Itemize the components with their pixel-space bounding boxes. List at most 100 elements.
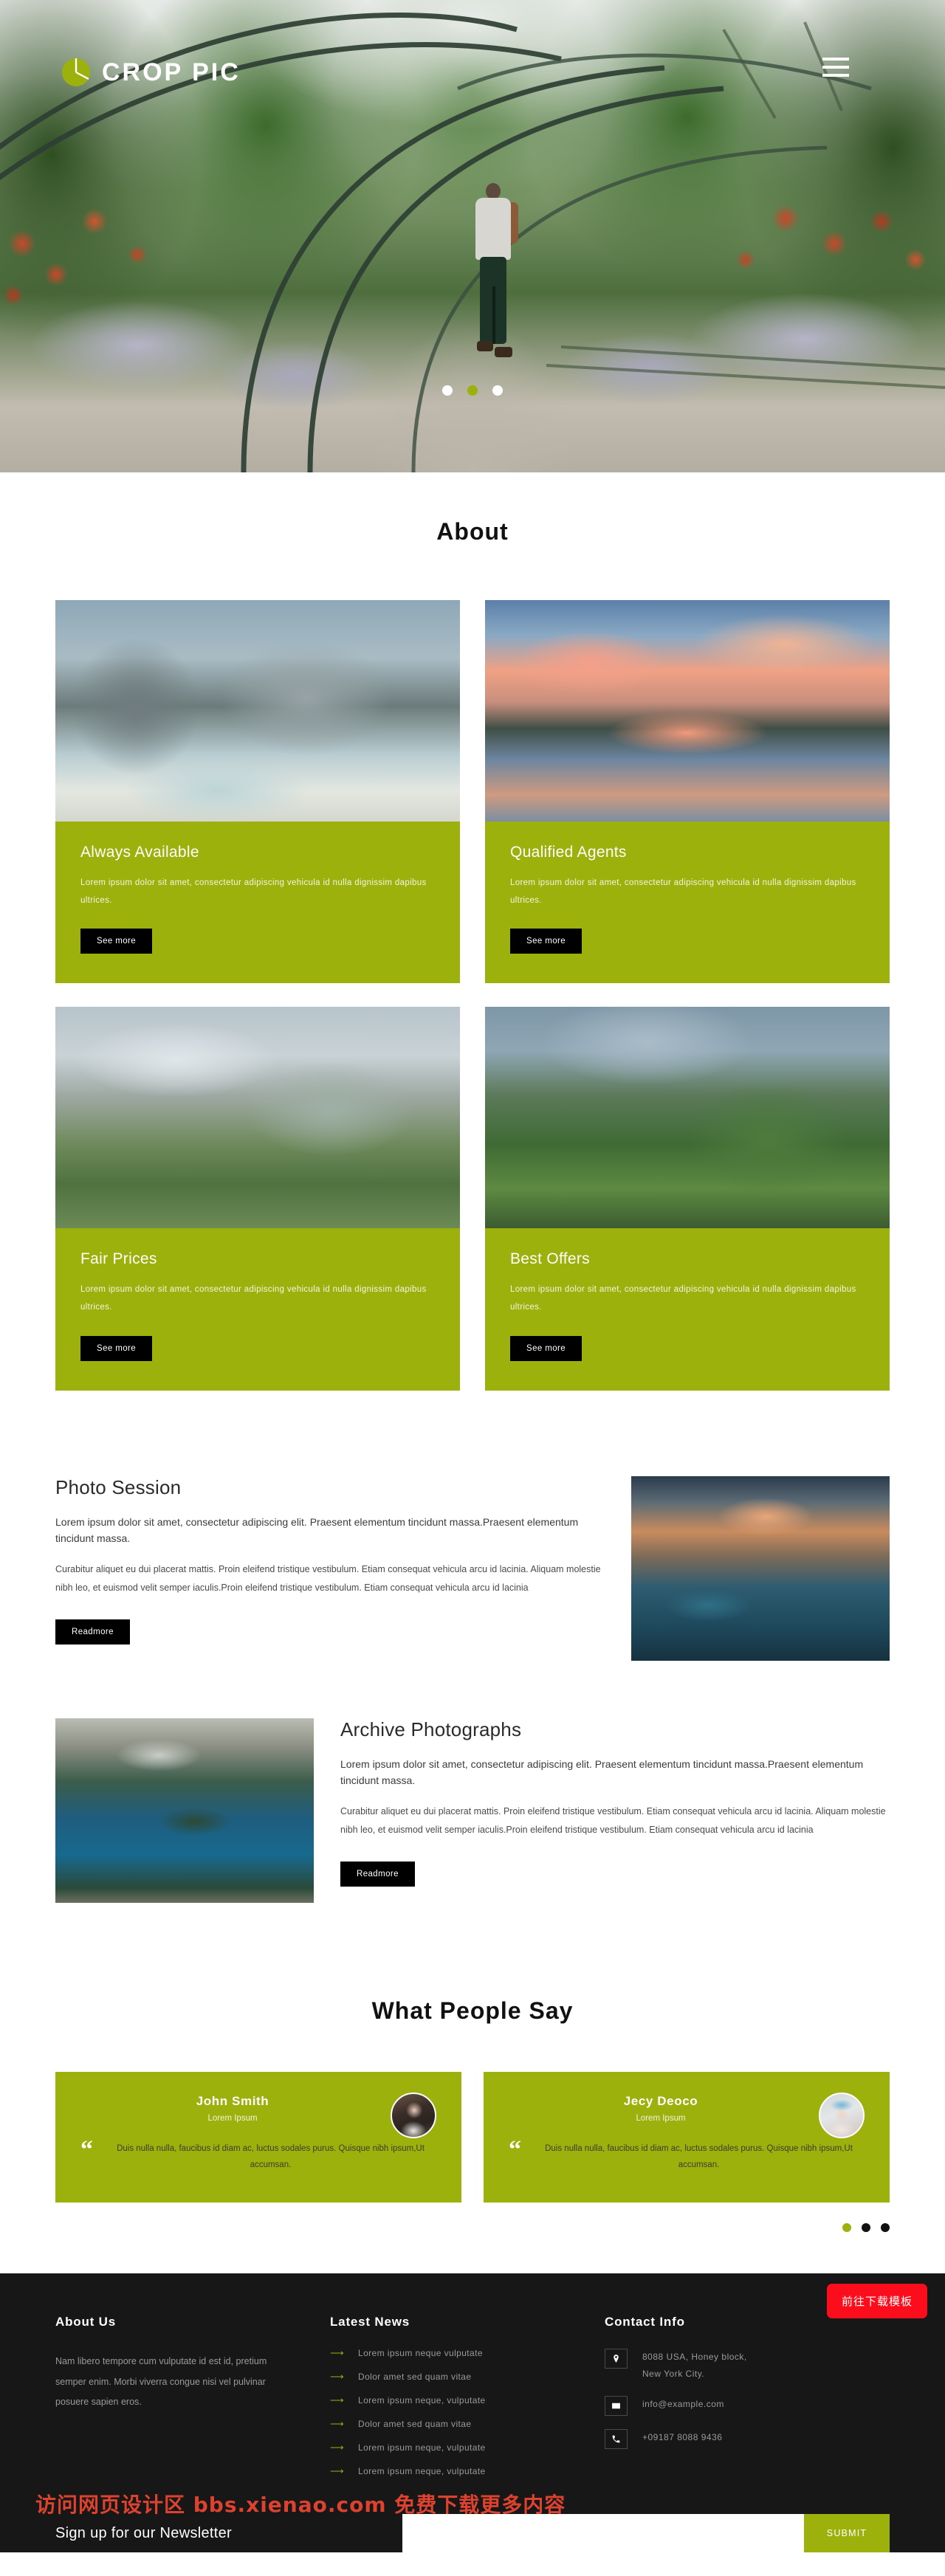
news-link-label: Lorem ipsum neque, vulputate [358,2442,486,2453]
news-link-label: Dolor amet sed quam vitae [358,2372,472,2383]
card-image-best-offers [485,1007,890,1229]
archive-photographs-section: Archive Photographs Lorem ipsum dolor si… [0,1718,945,1903]
readmore-button[interactable]: Readmore [340,1861,415,1887]
testimonials-title: What People Say [371,1997,574,2024]
photo-session-lead: Lorem ipsum dolor sit amet, consectetur … [55,1515,579,1545]
arrow-right-icon: ⟶ [330,2371,344,2383]
avatar [819,2092,865,2138]
contact-phone[interactable]: +09187 8088 9436 [642,2429,722,2446]
card-description: Lorem ipsum dolor sit amet, consectetur … [80,878,427,906]
card-description: Lorem ipsum dolor sit amet, consectetur … [510,878,856,906]
news-link-label: Dolor amet sed quam vitae [358,2419,472,2430]
hero-carousel-dot[interactable] [492,385,503,396]
testimonial-card[interactable]: John Smith Lorem Ipsum “ Duis nulla null… [55,2071,461,2203]
arrow-right-icon: ⟶ [330,2465,344,2477]
footer-news-heading: Latest News [330,2315,410,2329]
photo-session-title: Photo Session [55,1475,182,1498]
card-title: Qualified Agents [510,844,627,861]
see-more-button[interactable]: See more [510,929,583,954]
about-card[interactable]: Fair Prices Lorem ipsum dolor sit amet, … [55,1007,460,1391]
news-link-label: Lorem ipsum neque vulputate [358,2348,483,2359]
contact-address-row: 8088 USA, Honey block, New York City. [605,2349,890,2383]
download-template-badge[interactable]: 前往下载模板 [826,2284,927,2319]
phone-icon [605,2429,628,2449]
testimonial-name: Jecy Deoco [623,2093,698,2108]
contact-address: 8088 USA, Honey block, New York City. [642,2349,747,2383]
hamburger-bar [822,66,849,69]
newsletter-submit-button[interactable]: SUBMIT [804,2514,890,2553]
about-card[interactable]: Qualified Agents Lorem ipsum dolor sit a… [485,600,890,984]
photo-session-section: Photo Session Lorem ipsum dolor sit amet… [0,1475,945,1661]
list-item[interactable]: ⟶ Dolor amet sed quam vitae [330,2371,605,2383]
list-item[interactable]: ⟶ Lorem ipsum neque vulputate [330,2347,605,2359]
archive-title: Archive Photographs [340,1718,522,1740]
contact-email[interactable]: info@example.com [642,2396,724,2413]
photo-session-image [631,1475,890,1661]
card-image-qualified-agents [485,600,890,822]
testimonial-quote: Duis nulla nulla, faucibus id diam ac, l… [545,2143,853,2169]
pie-chart-logo-icon [61,57,92,88]
site-logo[interactable]: CROP PIC [61,57,241,88]
about-card[interactable]: Best Offers Lorem ipsum dolor sit amet, … [485,1007,890,1391]
archive-body: Curabitur aliquet eu dui placerat mattis… [340,1805,886,1835]
card-title: Fair Prices [80,1250,157,1268]
brand-name: CROP PIC [102,58,241,86]
testimonials-section: What People Say John Smith Lorem Ipsum “… [0,1997,945,2233]
hero-hiker-figure [467,183,521,382]
see-more-button[interactable]: See more [510,1335,583,1361]
testimonial-grid: John Smith Lorem Ipsum “ Duis nulla null… [55,2071,890,2203]
list-item[interactable]: ⟶ Lorem ipsum neque, vulputate [330,2394,605,2406]
archive-image [55,1718,314,1903]
testimonial-carousel-dot[interactable] [881,2223,890,2233]
list-item[interactable]: ⟶ Dolor amet sed quam vitae [330,2418,605,2430]
hero-carousel-dot-active[interactable] [467,385,478,396]
address-line-2: New York City. [642,2369,705,2380]
footer-about-heading: About Us [55,2315,116,2329]
testimonial-name: John Smith [196,2093,269,2108]
footer-news-column: Latest News ⟶ Lorem ipsum neque vulputat… [330,2315,605,2489]
footer-about-column: About Us Nam libero tempore cum vulputat… [55,2315,330,2489]
testimonial-carousel-dots[interactable] [55,2223,890,2233]
list-item[interactable]: ⟶ Lorem ipsum neque, vulputate [330,2442,605,2453]
newsletter-label: Sign up for our Newsletter [55,2524,233,2541]
hamburger-menu-icon[interactable] [822,58,849,77]
about-title: About [436,518,509,545]
about-card[interactable]: Always Available Lorem ipsum dolor sit a… [55,600,460,984]
about-card-grid: Always Available Lorem ipsum dolor sit a… [55,600,890,1391]
quote-icon: “ [80,2135,93,2163]
hamburger-bar [822,58,849,61]
card-image-fair-prices [55,1007,460,1229]
site-footer: About Us Nam libero tempore cum vulputat… [0,2273,945,2553]
see-more-button[interactable]: See more [80,1335,153,1361]
arrow-right-icon: ⟶ [330,2347,344,2359]
address-line-1: 8088 USA, Honey block, [642,2352,747,2363]
contact-email-row[interactable]: info@example.com [605,2396,890,2416]
card-description: Lorem ipsum dolor sit amet, consectetur … [510,1285,856,1312]
envelope-icon [605,2396,628,2416]
testimonial-carousel-dot[interactable] [862,2223,870,2233]
hero-carousel-dots[interactable] [0,385,945,396]
testimonial-carousel-dot-active[interactable] [842,2223,851,2233]
newsletter-signup: Sign up for our Newsletter SUBMIT [55,2514,890,2553]
arrow-right-icon: ⟶ [330,2442,344,2453]
hero-banner: CROP PIC [0,0,945,472]
newsletter-email-input[interactable] [402,2514,804,2553]
contact-phone-row[interactable]: +09187 8088 9436 [605,2429,890,2449]
readmore-button[interactable]: Readmore [55,1619,130,1645]
card-title: Always Available [80,844,199,861]
testimonial-quote: Duis nulla nulla, faucibus id diam ac, l… [117,2143,425,2169]
arrow-right-icon: ⟶ [330,2394,344,2406]
list-item[interactable]: ⟶ Lorem ipsum neque, vulputate [330,2465,605,2477]
hero-carousel-dot[interactable] [442,385,453,396]
see-more-button[interactable]: See more [80,929,153,954]
location-pin-icon [605,2349,628,2369]
testimonial-role: Lorem Ipsum [207,2113,258,2123]
about-section: About Always Available Lorem ipsum dolor… [0,472,945,1391]
archive-lead: Lorem ipsum dolor sit amet, consectetur … [340,1757,864,1787]
footer-contact-column: Contact Info 8088 USA, Honey block, New … [605,2315,890,2489]
avatar [391,2092,436,2138]
news-link-label: Lorem ipsum neque, vulputate [358,2395,486,2406]
testimonial-role: Lorem Ipsum [636,2113,686,2123]
testimonial-card[interactable]: Jecy Deoco Lorem Ipsum “ Duis nulla null… [484,2071,890,2203]
footer-news-list: ⟶ Lorem ipsum neque vulputate ⟶ Dolor am… [330,2347,605,2477]
